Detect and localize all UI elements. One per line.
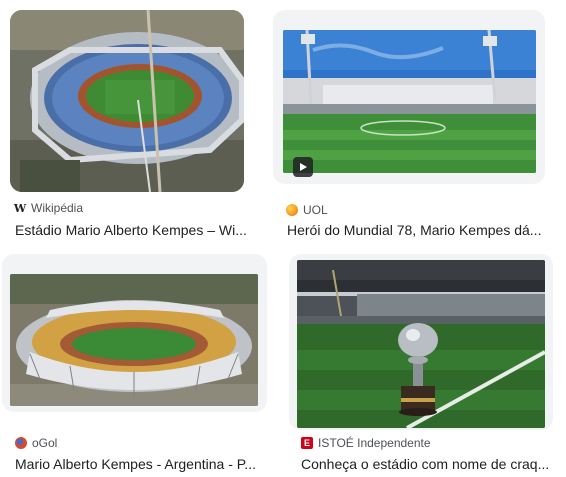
trophy-on-pitch-image[interactable] <box>297 260 545 428</box>
wikipedia-w-icon: W <box>13 201 27 215</box>
source-name: Wikipédia <box>31 201 84 215</box>
source-name: ISTOÉ Independente <box>318 436 431 450</box>
source-name: oGol <box>32 436 58 450</box>
image-result-card[interactable]: E ISTOÉ Independente Conheça o estádio c… <box>289 254 561 474</box>
result-title[interactable]: Mario Alberto Kempes - Argentina - P... <box>15 456 277 472</box>
istoe-e-icon: E <box>301 437 313 449</box>
stadium-aerial-image[interactable] <box>10 10 244 192</box>
uol-circle-icon <box>286 204 298 216</box>
thumbnail-container[interactable] <box>289 254 553 430</box>
source-name: UOL <box>303 203 328 217</box>
thumbnail-container[interactable] <box>10 10 244 192</box>
result-title[interactable]: Conheça o estádio com nome de craq... <box>301 456 559 472</box>
result-title[interactable]: Estádio Mario Alberto Kempes – Wi... <box>15 222 265 238</box>
stadium-pitch-video-thumbnail[interactable] <box>283 30 536 173</box>
image-result-card[interactable]: UOL Herói do Mundial 78, Mario Kempes dá… <box>273 10 549 240</box>
stadium-aerial-image[interactable] <box>10 274 258 406</box>
thumbnail-container[interactable] <box>273 10 545 184</box>
ogol-ball-icon <box>15 437 27 449</box>
result-title[interactable]: Herói do Mundial 78, Mario Kempes dá... <box>287 222 555 238</box>
image-result-card[interactable]: oGol Mario Alberto Kempes - Argentina - … <box>2 254 272 474</box>
image-result-card[interactable]: W Wikipédia Estádio Mario Alberto Kempes… <box>10 10 247 240</box>
thumbnail-container[interactable] <box>2 254 267 412</box>
video-play-icon[interactable] <box>293 157 313 177</box>
